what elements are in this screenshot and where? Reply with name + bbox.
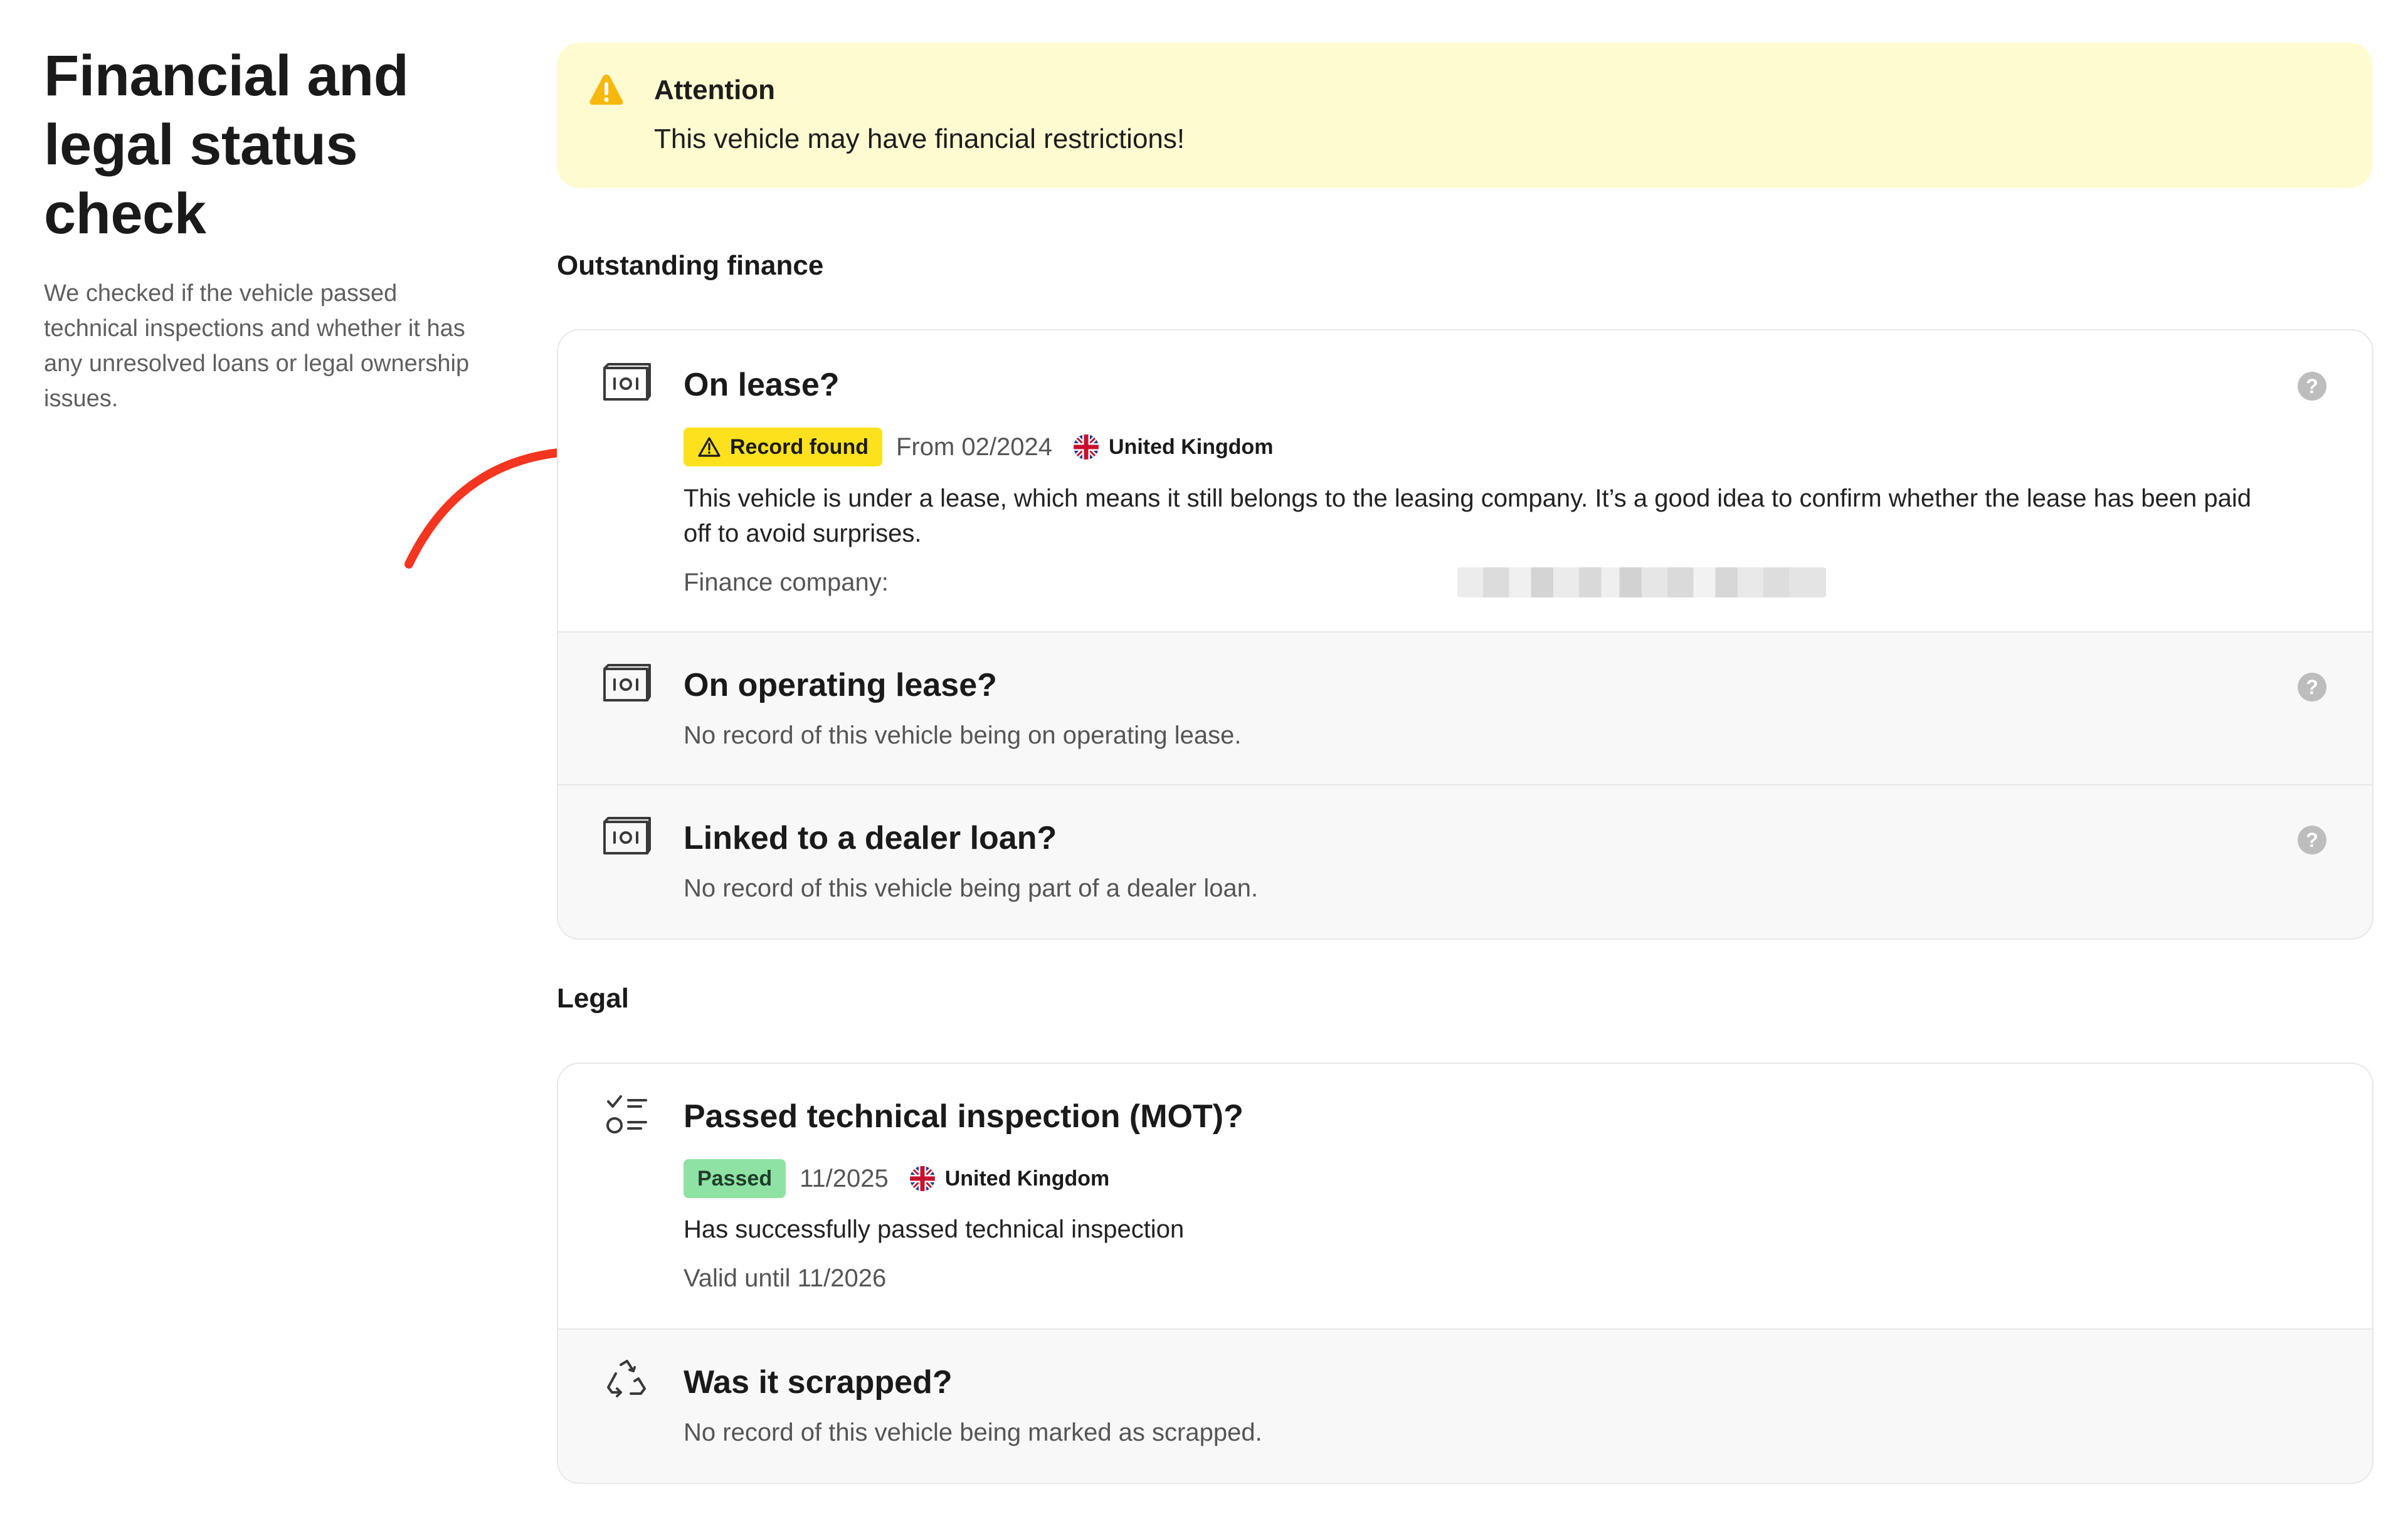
- lease-description-line-1: This vehicle is under a lease, which mea…: [684, 485, 2251, 512]
- row-scrapped: Was it scrapped? No record of this vehic…: [558, 1328, 2372, 1483]
- lease-country: United Kingdom: [1109, 434, 1274, 459]
- operating-lease-text: No record of this vehicle being on opera…: [684, 722, 1242, 749]
- warning-triangle-icon: [589, 75, 623, 105]
- status-badge-record-found: Record found: [684, 428, 882, 466]
- banknote-icon: [603, 363, 651, 401]
- mot-text: Has successfully passed technical inspec…: [684, 1216, 1185, 1243]
- section-heading-legal: Legal: [557, 983, 629, 1014]
- mot-status-meta: Passed 11/2025 United Kingdom: [684, 1159, 1109, 1198]
- banknote-icon: [603, 817, 651, 854]
- row-title-operating-lease: On operating lease?: [684, 667, 997, 703]
- attention-title: Attention: [654, 75, 776, 105]
- row-title-dealer-loan: Linked to a dealer loan?: [684, 820, 1057, 856]
- question-circle-icon[interactable]: ?: [2298, 673, 2326, 702]
- row-title-on-lease: On lease?: [684, 367, 840, 403]
- checklist-icon: [606, 1095, 647, 1133]
- attention-text: This vehicle may have financial restrict…: [654, 124, 1185, 154]
- mot-date: 11/2025: [800, 1164, 889, 1192]
- finance-card: On lease? ? Record found From 02/2024 Un…: [557, 329, 2374, 940]
- finance-company-label: Finance company:: [684, 569, 889, 596]
- question-circle-icon[interactable]: ?: [2298, 826, 2326, 854]
- row-dealer-loan: Linked to a dealer loan? ? No record of …: [558, 784, 2372, 938]
- row-mot: Passed technical inspection (MOT)? Passe…: [558, 1064, 2372, 1328]
- warning-outline-icon: [698, 437, 721, 457]
- badge-label: Record found: [730, 434, 869, 459]
- mot-country: United Kingdom: [944, 1166, 1110, 1190]
- dealer-loan-text: No record of this vehicle being part of …: [684, 875, 1259, 902]
- lease-status-meta: Record found From 02/2024 United Kingdom: [684, 428, 1274, 466]
- banknote-icon: [603, 664, 651, 702]
- row-title-mot: Passed technical inspection (MOT)?: [684, 1098, 1244, 1135]
- row-title-scrapped: Was it scrapped?: [684, 1364, 953, 1401]
- status-badge-passed: Passed: [684, 1159, 786, 1198]
- page-title: Financial and legal status check: [44, 44, 409, 246]
- legal-card: Passed technical inspection (MOT)? Passe…: [557, 1063, 2374, 1484]
- section-heading-finance: Outstanding finance: [557, 250, 824, 281]
- mot-valid-until: Valid until 11/2026: [684, 1264, 887, 1292]
- question-circle-icon[interactable]: ?: [2298, 372, 2326, 401]
- finance-company-redacted: [1457, 567, 1826, 597]
- recycle-icon: [607, 1360, 646, 1397]
- row-on-lease: On lease? ? Record found From 02/2024 Un…: [558, 330, 2372, 631]
- page-description: We checked if the vehicle passed technic…: [44, 280, 470, 412]
- uk-flag-icon: [1074, 434, 1099, 460]
- attention-banner: Attention This vehicle may have financia…: [557, 43, 2372, 188]
- lease-date: From 02/2024: [895, 433, 1053, 461]
- scrapped-text: No record of this vehicle being marked a…: [684, 1419, 1262, 1446]
- uk-flag-icon: [909, 1166, 935, 1191]
- row-operating-lease: On operating lease? ? No record of this …: [558, 631, 2372, 786]
- lease-description-line-2: off to avoid surprises.: [684, 520, 922, 547]
